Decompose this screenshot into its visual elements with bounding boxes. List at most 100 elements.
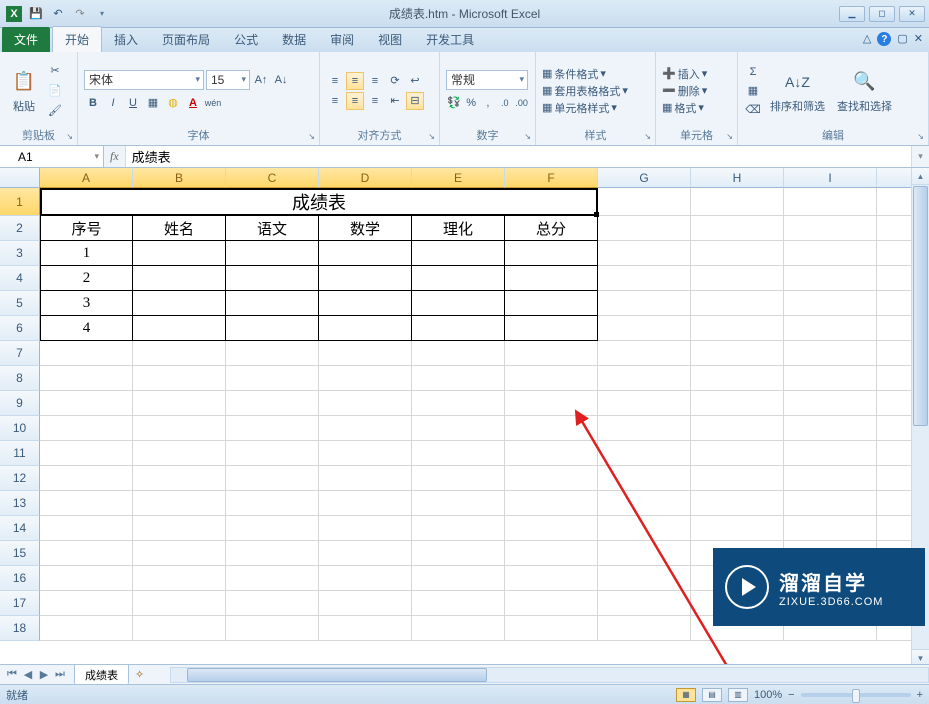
cell-G18[interactable] <box>598 616 691 641</box>
cell-F2[interactable]: 总分 <box>505 216 598 241</box>
cell-E9[interactable] <box>412 391 505 416</box>
cell-E16[interactable] <box>412 566 505 591</box>
column-header-C[interactable]: C <box>226 168 319 188</box>
cell-G16[interactable] <box>598 566 691 591</box>
tab-formulas[interactable]: 公式 <box>222 27 270 52</box>
format-cells-button[interactable]: ▦ 格式 ▾ <box>662 100 731 116</box>
tab-file[interactable]: 文件 <box>2 27 50 52</box>
cell-B13[interactable] <box>133 491 226 516</box>
cell-E7[interactable] <box>412 341 505 366</box>
cell-I4[interactable] <box>784 266 877 291</box>
cell-F14[interactable] <box>505 516 598 541</box>
cell-G8[interactable] <box>598 366 691 391</box>
cell-G9[interactable] <box>598 391 691 416</box>
page-layout-view-icon[interactable]: ▤ <box>702 688 722 702</box>
cell-H3[interactable] <box>691 241 784 266</box>
formula-input[interactable]: 成绩表 <box>125 146 911 167</box>
cell-G11[interactable] <box>598 441 691 466</box>
cell-H10[interactable] <box>691 416 784 441</box>
cell-B18[interactable] <box>133 616 226 641</box>
cell-A13[interactable] <box>40 491 133 516</box>
column-header-D[interactable]: D <box>319 168 412 188</box>
row-header-15[interactable]: 15 <box>0 541 40 566</box>
cell-I9[interactable] <box>784 391 877 416</box>
cell-C17[interactable] <box>226 591 319 616</box>
cell-A12[interactable] <box>40 466 133 491</box>
cell-A14[interactable] <box>40 516 133 541</box>
cell-E5[interactable] <box>412 291 505 316</box>
phonetic-icon[interactable]: wén <box>204 94 222 112</box>
cut-icon[interactable]: ✂ <box>46 62 64 80</box>
cell-H11[interactable] <box>691 441 784 466</box>
cell-E2[interactable]: 理化 <box>412 216 505 241</box>
cell-D6[interactable] <box>319 316 412 341</box>
cell-C18[interactable] <box>226 616 319 641</box>
comma-icon[interactable]: , <box>481 94 496 112</box>
cell-G17[interactable] <box>598 591 691 616</box>
column-header-F[interactable]: F <box>505 168 598 188</box>
cell-C9[interactable] <box>226 391 319 416</box>
cell-F4[interactable] <box>505 266 598 291</box>
cell-I12[interactable] <box>784 466 877 491</box>
cell-I10[interactable] <box>784 416 877 441</box>
cell-G2[interactable] <box>598 216 691 241</box>
cell-F12[interactable] <box>505 466 598 491</box>
cell-G5[interactable] <box>598 291 691 316</box>
row-header-11[interactable]: 11 <box>0 441 40 466</box>
sheet-next-icon[interactable]: ▶ <box>36 668 52 681</box>
cell-C12[interactable] <box>226 466 319 491</box>
cell-A3[interactable]: 1 <box>40 241 133 266</box>
clear-icon[interactable]: ⌫ <box>744 101 762 119</box>
cell-B5[interactable] <box>133 291 226 316</box>
decrease-font-icon[interactable]: A↓ <box>272 71 290 89</box>
row-header-6[interactable]: 6 <box>0 316 40 341</box>
row-header-3[interactable]: 3 <box>0 241 40 266</box>
align-bottom-icon[interactable]: ≡ <box>366 72 384 90</box>
align-left-icon[interactable]: ≡ <box>326 92 344 110</box>
font-size-combo[interactable]: 15 <box>206 70 250 90</box>
row-header-17[interactable]: 17 <box>0 591 40 616</box>
sheet-prev-icon[interactable]: ◀ <box>20 668 36 681</box>
cell-B6[interactable] <box>133 316 226 341</box>
cell-I7[interactable] <box>784 341 877 366</box>
new-sheet-icon[interactable]: ✧ <box>129 666 150 683</box>
cell-B12[interactable] <box>133 466 226 491</box>
cell-B14[interactable] <box>133 516 226 541</box>
cell-F7[interactable] <box>505 341 598 366</box>
decrease-indent-icon[interactable]: ⇤ <box>386 92 404 110</box>
underline-button[interactable]: U <box>124 94 142 112</box>
cell-A9[interactable] <box>40 391 133 416</box>
cell-D5[interactable] <box>319 291 412 316</box>
cell-E18[interactable] <box>412 616 505 641</box>
minimize-button[interactable]: ▁ <box>839 6 865 22</box>
normal-view-icon[interactable]: ▦ <box>676 688 696 702</box>
cell-I8[interactable] <box>784 366 877 391</box>
cell-E15[interactable] <box>412 541 505 566</box>
cell-B8[interactable] <box>133 366 226 391</box>
row-header-5[interactable]: 5 <box>0 291 40 316</box>
cell-E4[interactable] <box>412 266 505 291</box>
cell-styles-button[interactable]: ▦ 单元格样式 ▾ <box>542 100 649 116</box>
fill-icon[interactable]: ▦ <box>744 82 762 100</box>
cell-H12[interactable] <box>691 466 784 491</box>
help-icon[interactable]: ? <box>877 32 891 46</box>
redo-icon[interactable]: ↷ <box>72 6 88 22</box>
cell-H1[interactable] <box>691 188 784 216</box>
undo-icon[interactable]: ↶ <box>50 6 66 22</box>
wrap-text-icon[interactable]: ↩ <box>406 72 424 90</box>
save-icon[interactable]: 💾 <box>28 6 44 22</box>
cell-I14[interactable] <box>784 516 877 541</box>
cell-C14[interactable] <box>226 516 319 541</box>
cell-B17[interactable] <box>133 591 226 616</box>
cell-I5[interactable] <box>784 291 877 316</box>
tab-data[interactable]: 数据 <box>270 27 318 52</box>
row-header-12[interactable]: 12 <box>0 466 40 491</box>
cell-H2[interactable] <box>691 216 784 241</box>
cell-D8[interactable] <box>319 366 412 391</box>
cell-D18[interactable] <box>319 616 412 641</box>
cell-C2[interactable]: 语文 <box>226 216 319 241</box>
cell-E13[interactable] <box>412 491 505 516</box>
percent-icon[interactable]: % <box>464 94 479 112</box>
row-header-4[interactable]: 4 <box>0 266 40 291</box>
cell-C15[interactable] <box>226 541 319 566</box>
